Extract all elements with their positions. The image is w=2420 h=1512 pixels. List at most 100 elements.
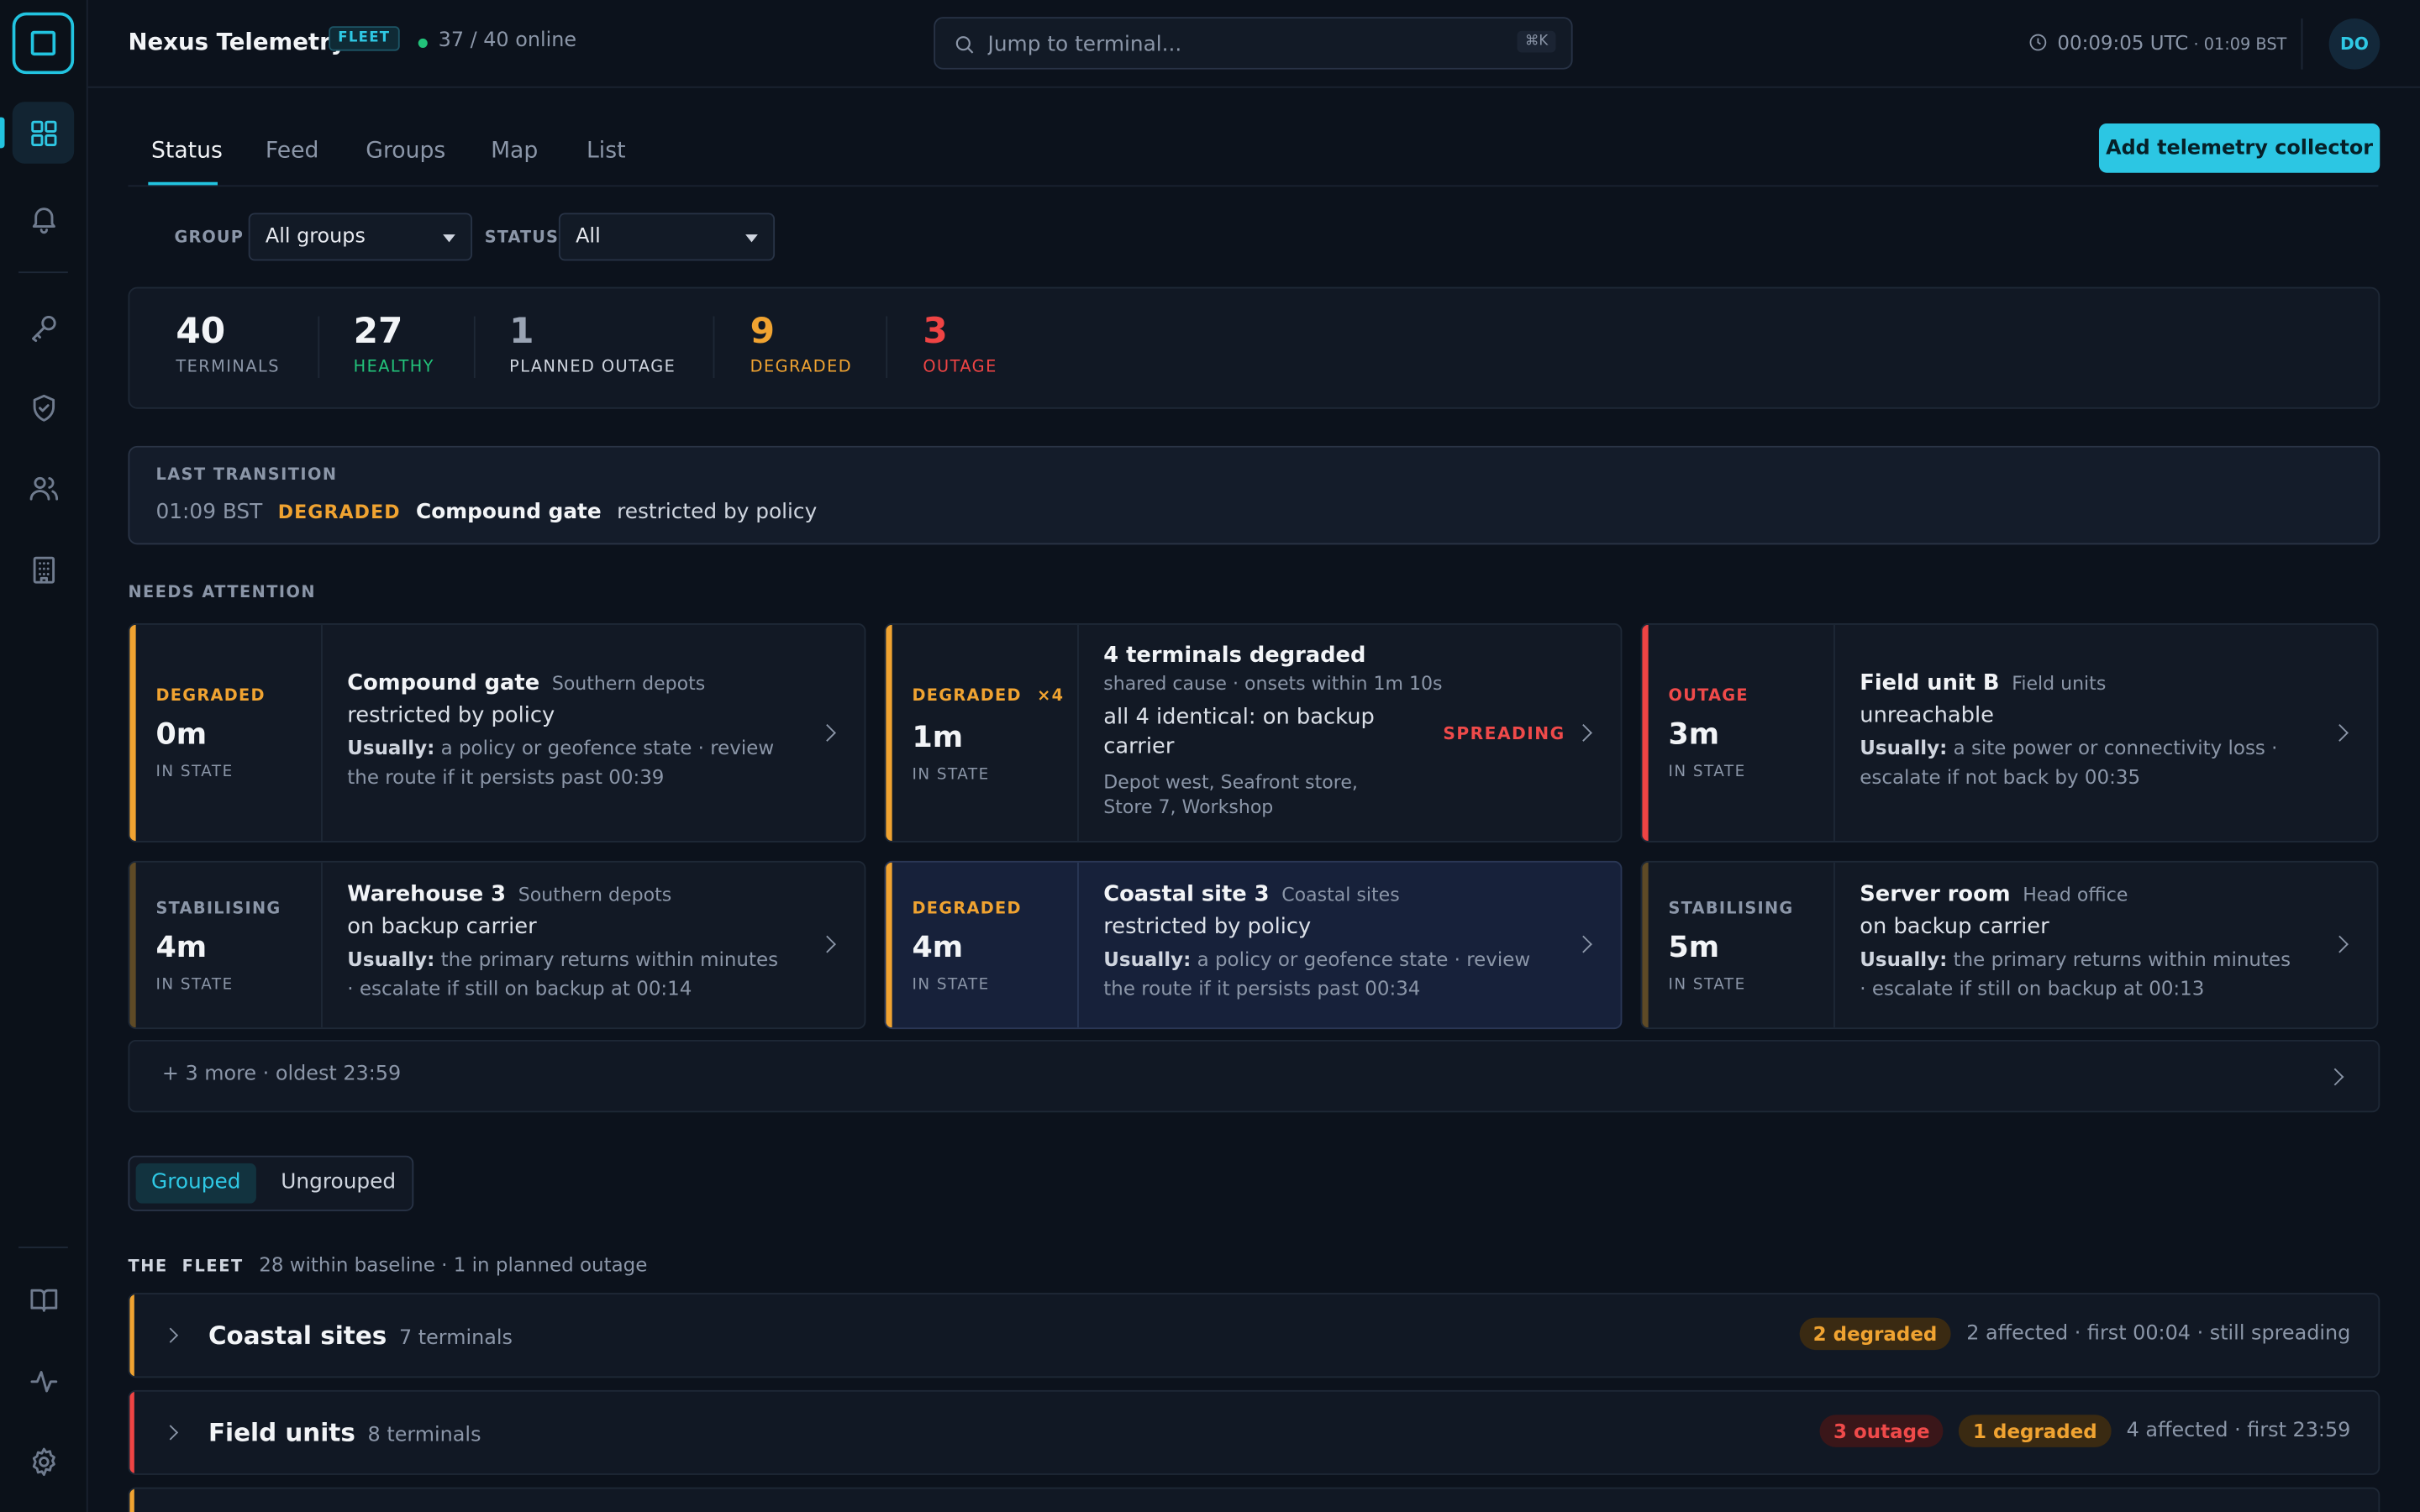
attention-card-server-room[interactable]: STABILISING 5m IN STATE Server room Head … bbox=[1640, 860, 2379, 1030]
chevron-right-icon[interactable] bbox=[162, 1327, 179, 1343]
stat-value: 3 bbox=[923, 312, 948, 352]
group-filter-label: GROUP bbox=[174, 228, 244, 247]
user-avatar[interactable]: DO bbox=[2328, 18, 2381, 70]
card-terminal-name: Warehouse 3 bbox=[347, 882, 507, 907]
stat-label: TERMINALS bbox=[176, 358, 280, 377]
card-terminal-name: Field unit B bbox=[1860, 670, 2000, 696]
last-transition-label: LAST TRANSITION bbox=[155, 465, 338, 485]
group-filter-select[interactable]: All groups bbox=[248, 213, 473, 261]
search-box[interactable]: ⌘K bbox=[934, 17, 1573, 70]
sidebar-divider bbox=[18, 271, 68, 274]
card-state: OUTAGE bbox=[1668, 686, 1749, 706]
tab-feed[interactable]: Feed bbox=[266, 139, 319, 163]
card-in-state-label: IN STATE bbox=[155, 976, 234, 994]
more-attention-row[interactable]: + 3 more · oldest 23:59 bbox=[128, 1039, 2381, 1113]
card-group: Coastal sites bbox=[1281, 884, 1400, 906]
top-bar: Nexus Telemetry FLEET 37 / 40 online ⌘K … bbox=[87, 0, 2420, 88]
tab-map[interactable]: Map bbox=[491, 139, 538, 163]
app-title: Nexus Telemetry bbox=[128, 28, 346, 56]
card-reason: restricted by policy bbox=[347, 703, 555, 728]
chevron-right-icon[interactable] bbox=[162, 1425, 179, 1441]
attention-card-4-terminals-degraded[interactable]: DEGRADED ×4 1m IN STATE 4 terminals degra… bbox=[884, 623, 1623, 843]
more-attention-text: + 3 more · oldest 23:59 bbox=[161, 1063, 402, 1087]
card-state-column: STABILISING 5m IN STATE bbox=[1642, 862, 1835, 1028]
group-name: Coastal sites bbox=[208, 1320, 387, 1351]
attention-card-warehouse-3[interactable]: STABILISING 4m IN STATE Warehouse 3 South… bbox=[128, 860, 866, 1030]
group-summary: 2 degraded 2 affected · first 00:04 · st… bbox=[1799, 1317, 2350, 1351]
attention-card-coastal-site-3[interactable]: DEGRADED 4m IN STATE Coastal site 3 Coast… bbox=[884, 860, 1623, 1030]
card-reason: restricted by policy bbox=[1103, 915, 1312, 940]
stat-outage: 3 OUTAGE bbox=[923, 310, 997, 376]
sidebar-item-docs[interactable] bbox=[13, 1268, 74, 1330]
tab-status[interactable]: Status bbox=[151, 139, 223, 163]
stat-divider bbox=[886, 316, 888, 378]
search-input[interactable] bbox=[987, 29, 1482, 60]
sidebar-item-users[interactable] bbox=[13, 457, 74, 518]
card-reason: unreachable bbox=[1860, 703, 1994, 728]
card-body: Server room Head office on backup carrier… bbox=[1860, 883, 2302, 1003]
tab-groups[interactable]: Groups bbox=[366, 139, 445, 163]
card-body: 4 terminals degraded shared cause · onse… bbox=[1103, 643, 1442, 819]
stats-panel: 40 TERMINALS 27 HEALTHY 1 PLANNED OUTAGE… bbox=[128, 286, 2381, 409]
sidebar-item-sites[interactable] bbox=[13, 538, 74, 600]
card-state-column: DEGRADED 0m IN STATE bbox=[129, 624, 323, 842]
group-row-partial[interactable] bbox=[128, 1487, 2381, 1512]
usually-label: Usually: bbox=[347, 736, 435, 759]
status-badge-degraded: 2 degraded bbox=[1799, 1317, 1951, 1351]
stat-divider bbox=[713, 316, 715, 378]
fleet-title: THE FLEET bbox=[128, 1257, 244, 1276]
status-filter-select[interactable]: All bbox=[558, 213, 776, 261]
attention-card-field-unit-b[interactable]: OUTAGE 3m IN STATE Field unit B Field uni… bbox=[1640, 623, 2379, 843]
usually-label: Usually: bbox=[347, 947, 435, 971]
card-usually: Usually: a policy or geofence state · re… bbox=[1103, 946, 1546, 1003]
card-group: Southern depots bbox=[518, 884, 672, 906]
stat-label: HEALTHY bbox=[353, 358, 434, 377]
status-filter-label: STATUS bbox=[484, 228, 560, 247]
card-duration: 0m bbox=[155, 717, 208, 752]
stat-healthy: 27 HEALTHY bbox=[354, 310, 434, 376]
sidebar-divider bbox=[18, 1247, 68, 1248]
sidebar-item-keys[interactable] bbox=[13, 297, 74, 358]
shield-icon bbox=[32, 393, 55, 421]
last-transition-state: DEGRADED bbox=[277, 501, 401, 523]
add-telemetry-collector-button[interactable]: Add telemetry collector bbox=[2098, 123, 2381, 173]
tab-list[interactable]: List bbox=[587, 139, 626, 163]
group-title: Field units 8 terminals bbox=[208, 1418, 481, 1447]
sidebar-item-alerts[interactable] bbox=[13, 186, 74, 248]
group-row-field-units[interactable]: Field units 8 terminals 3 outage 1 degrad… bbox=[128, 1389, 2381, 1475]
bell-icon bbox=[31, 207, 55, 234]
card-state: DEGRADED bbox=[912, 899, 1022, 918]
sidebar-item-settings[interactable] bbox=[13, 1431, 74, 1492]
card-reason: on backup carrier bbox=[1860, 915, 2049, 940]
card-group: Field units bbox=[2012, 672, 2107, 695]
app-logo-icon[interactable] bbox=[12, 12, 75, 75]
usually-label: Usually: bbox=[1860, 736, 1948, 759]
last-transition-terminal[interactable]: Compound gate bbox=[416, 500, 602, 524]
search-icon bbox=[955, 36, 974, 54]
card-in-state-label: IN STATE bbox=[1668, 764, 1746, 781]
sidebar-item-activity[interactable] bbox=[13, 1350, 74, 1411]
sidebar-item-security[interactable] bbox=[13, 376, 74, 438]
card-usually: Usually: the primary returns within minu… bbox=[347, 946, 790, 1003]
chevron-right-icon bbox=[1575, 724, 1592, 742]
grouped-toggle-button[interactable]: Grouped bbox=[135, 1163, 256, 1204]
group-count: 7 terminals bbox=[398, 1326, 513, 1351]
spreading-tag: SPREADING bbox=[1443, 723, 1565, 744]
time-separator: · bbox=[2188, 35, 2204, 55]
card-state-column: DEGRADED 4m IN STATE bbox=[886, 862, 1079, 1028]
card-usually: Usually: a policy or geofence state · re… bbox=[347, 734, 790, 791]
group-row-coastal-sites[interactable]: Coastal sites 7 terminals 2 degraded 2 af… bbox=[128, 1293, 2381, 1378]
needs-attention-heading: NEEDS ATTENTION bbox=[128, 583, 316, 602]
grouping-toggle: Grouped Ungrouped bbox=[128, 1155, 414, 1211]
stat-divider bbox=[473, 316, 476, 378]
card-state: STABILISING bbox=[1668, 899, 1794, 918]
ungrouped-toggle-button[interactable]: Ungrouped bbox=[266, 1163, 412, 1204]
sidebar-item-dashboard[interactable] bbox=[0, 102, 75, 164]
clock-readout: 00:09:05 UTC · 01:09 BST bbox=[2057, 31, 2286, 55]
gear-icon bbox=[31, 1446, 55, 1476]
card-in-state-label: IN STATE bbox=[155, 764, 234, 781]
attention-card-compound-gate[interactable]: DEGRADED 0m IN STATE Compound gate Southe… bbox=[128, 623, 866, 843]
card-title: Compound gate Southern depots bbox=[347, 671, 790, 696]
severity-bar bbox=[129, 1488, 134, 1512]
chevron-right-icon bbox=[2326, 1068, 2344, 1086]
